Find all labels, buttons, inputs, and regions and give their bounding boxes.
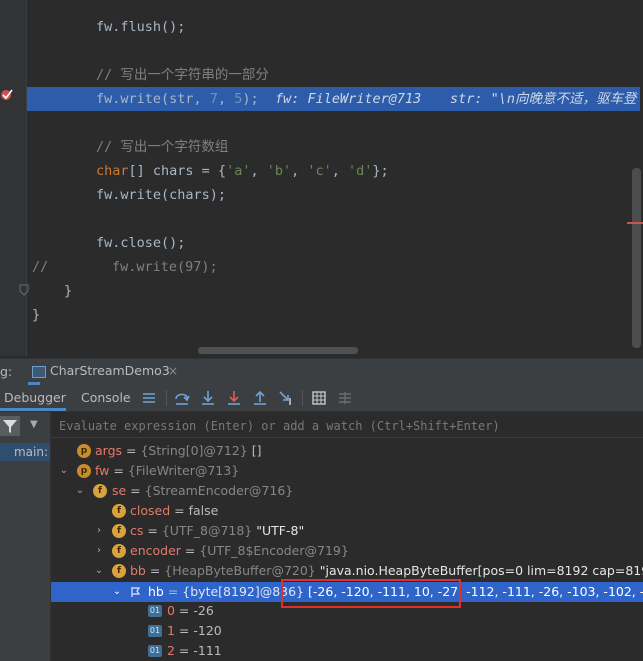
code-line-write-chars[interactable]: fw.write(chars);	[0, 183, 643, 207]
tab-console[interactable]: Console	[81, 385, 131, 411]
code-line-brace-outer[interactable]: }	[0, 303, 643, 327]
code-line-close[interactable]: fw.close();	[0, 231, 643, 255]
chevron-down-icon[interactable]: ▼	[30, 419, 38, 430]
filter-icon[interactable]	[0, 416, 20, 436]
array-element-row[interactable]: 01 2 = -111	[51, 641, 643, 661]
run-to-cursor-icon[interactable]	[278, 390, 294, 406]
code-line-comment-chararray[interactable]: // 写出一个字符数组	[0, 135, 643, 159]
parameter-icon: p	[77, 464, 91, 478]
evaluate-expression-icon[interactable]	[311, 390, 327, 406]
run-config-icon	[32, 366, 46, 378]
code-line-brace-inner[interactable]: }	[0, 279, 643, 303]
array-element-icon: 01	[148, 625, 162, 637]
trace-stream-icon[interactable]	[337, 390, 353, 406]
field-icon: f	[112, 544, 126, 558]
fold-marker-icon[interactable]	[19, 284, 29, 296]
variable-row-encoder[interactable]: › f encoder = {UTF_8$Encoder@719}	[51, 541, 643, 561]
array-element-icon: 01	[148, 645, 162, 657]
field-icon: f	[112, 524, 126, 538]
code-line-flush[interactable]: fw.flush();	[0, 15, 643, 39]
expand-arrow-icon[interactable]: ⌄	[59, 461, 69, 481]
expand-arrow-icon[interactable]: ⌄	[94, 561, 104, 581]
variable-row-fw[interactable]: ⌄ p fw = {FileWriter@713}	[51, 461, 643, 481]
expand-arrow-icon[interactable]: ⌄	[112, 582, 122, 602]
chevron-right-icon[interactable]: ›	[94, 541, 104, 561]
variable-row-cs[interactable]: › f cs = {UTF_8@718} "UTF-8"	[51, 521, 643, 541]
step-into-icon[interactable]	[200, 390, 216, 406]
array-element-row[interactable]: 01 1 = -120	[51, 621, 643, 641]
editor-horizontal-scrollbar[interactable]	[198, 347, 358, 354]
close-tab-icon[interactable]: ×	[168, 359, 178, 383]
array-element-icon: 01	[148, 605, 162, 617]
frame-main[interactable]: main:	[0, 443, 50, 461]
code-line-comment-substring[interactable]: // 写出一个字符串的一部分	[0, 63, 643, 87]
variable-row-se[interactable]: ⌄ f se = {StreamEncoder@716}	[51, 481, 643, 501]
tab-debugger[interactable]: Debugger	[0, 385, 66, 411]
menu-lines-icon[interactable]	[141, 390, 157, 406]
expand-arrow-icon[interactable]: ⌄	[75, 481, 85, 501]
chevron-right-icon[interactable]: ›	[94, 521, 104, 541]
inline-value-fw: fw: FileWriter@713	[275, 91, 422, 107]
variable-row-closed[interactable]: f closed = false	[51, 501, 643, 521]
field-icon: f	[112, 504, 126, 518]
code-line-commented-write[interactable]: // fw.write(97);	[0, 255, 643, 279]
annotation-highlight-box	[281, 579, 461, 608]
toolbar-separator	[166, 390, 167, 406]
debug-label: g:	[0, 364, 13, 379]
editor-vertical-scrollbar[interactable]	[632, 168, 641, 348]
breakpoint-icon[interactable]	[0, 88, 14, 102]
variable-row-args[interactable]: p args = {String[0]@712} []	[51, 441, 643, 461]
step-out-icon[interactable]	[252, 390, 268, 406]
force-step-into-icon[interactable]	[226, 390, 242, 406]
inline-value-str: str: "\n向晚意不适，驱车登	[450, 91, 637, 107]
parameter-icon: p	[77, 444, 91, 458]
code-line-char-decl[interactable]: char[] chars = {'a', 'b', 'c', 'd'};	[0, 159, 643, 183]
code-editor[interactable]: fw.flush(); // 写出一个字符串的一部分 fw.write(str,…	[0, 0, 643, 356]
field-icon: f	[112, 564, 126, 578]
session-tab-charstreamdemo3[interactable]: CharStreamDemo3 ×	[28, 359, 178, 385]
debug-session-bar: g: CharStreamDemo3 ×	[0, 358, 643, 386]
step-over-icon[interactable]	[174, 390, 190, 406]
code-line-current-execution[interactable]: fw.write(str, 7, 5); fw: FileWriter@713 …	[27, 87, 640, 111]
debug-toolbar: Debugger Console	[0, 385, 643, 412]
flag-icon	[131, 587, 141, 597]
error-stripe-marker[interactable]	[627, 222, 643, 224]
field-icon: f	[93, 484, 107, 498]
watch-expression-input[interactable]: Evaluate expression (Enter) or add a wat…	[51, 414, 643, 438]
variable-row-bb[interactable]: ⌄ f bb = {HeapByteBuffer@720} "java.nio.…	[51, 561, 643, 581]
toolbar-separator	[302, 390, 303, 406]
